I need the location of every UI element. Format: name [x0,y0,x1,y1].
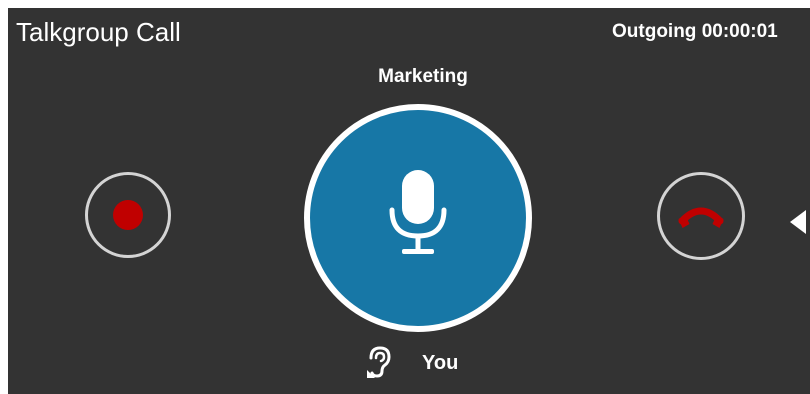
hang-up-button[interactable] [657,172,745,260]
record-icon [113,200,143,230]
call-title: Talkgroup Call [16,17,181,47]
speaker-name: You [422,352,459,374]
talkgroup-name: Marketing [378,66,468,87]
ear-icon [367,346,391,378]
triangle-left-icon[interactable] [790,210,806,234]
microphone-icon [389,170,447,254]
hang-up-phone-icon [678,207,724,228]
window: Talkgroup Call Outgoing 00:00:01 Marketi… [0,0,810,394]
push-to-talk-button[interactable] [304,104,532,332]
record-button[interactable] [85,172,171,258]
talkgroup-call-panel: Talkgroup Call Outgoing 00:00:01 Marketi… [8,8,810,394]
call-status-timer: Outgoing 00:00:01 [612,21,778,42]
